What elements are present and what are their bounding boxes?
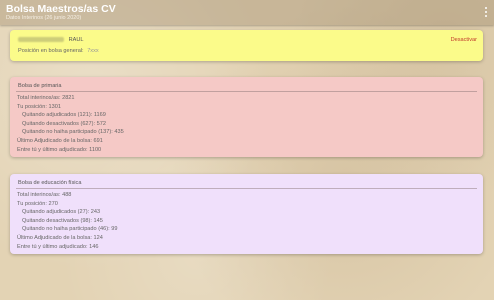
stat-row: Último Adjudicado de la bolsa: 124 xyxy=(17,234,103,241)
stat-row: Entre tú y último adjudicado: 1100 xyxy=(17,146,102,153)
list-card-educacion-fisica: Bolsa de educación física Total interino… xyxy=(10,174,483,254)
redacted-surname xyxy=(18,37,64,43)
general-position-label: Posición en bolsa general: xyxy=(18,48,84,54)
menu-dot xyxy=(485,7,487,9)
general-position: Posición en bolsa general: 7xxx xyxy=(18,48,99,54)
user-card: RAUL Desactivar Posición en bolsa genera… xyxy=(10,30,483,61)
stat-row: Entre tú y último adjudicado: 146 xyxy=(17,243,99,250)
menu-dot xyxy=(485,11,487,13)
stat-row: Total interinos/as: 2821 xyxy=(17,95,75,101)
stat-row: Tu posición: 1301 xyxy=(17,103,61,110)
menu-dot xyxy=(485,15,487,17)
deactivate-button[interactable]: Desactivar xyxy=(451,37,477,43)
stat-row: Último Adjudicado de la bolsa: 691 xyxy=(17,137,103,144)
more-vert-icon[interactable] xyxy=(482,5,490,19)
user-name: RAUL xyxy=(68,37,84,43)
app-bar: Bolsa Maestros/as CV Datos Interinos (26… xyxy=(0,0,494,25)
stat-row: Quitando desactivados (627): 572 xyxy=(22,120,106,127)
app-subtitle: Datos Interinos (26 junio 2020) xyxy=(6,15,82,21)
list-card-rows: Total interinos/as: 488 Tu posición: 270… xyxy=(10,189,483,251)
list-card-title: Bolsa de primaria xyxy=(16,83,477,92)
stat-row: Quitando adjudicados (27): 243 xyxy=(22,209,101,216)
app-title: Bolsa Maestros/as CV xyxy=(6,3,116,15)
stat-row: Quitando adjudicados (121): 1169 xyxy=(22,112,106,119)
stat-row: Quitando no haiha participado (137): 435 xyxy=(22,129,124,136)
user-row: RAUL xyxy=(18,37,83,43)
list-card-title: Bolsa de educación física xyxy=(16,180,477,189)
list-card-rows: Total interinos/as: 2821 Tu posición: 13… xyxy=(10,92,483,154)
list-card-primaria: Bolsa de primaria Total interinos/as: 28… xyxy=(10,77,483,157)
stat-row: Quitando desactivados (98): 145 xyxy=(22,217,103,224)
general-position-value: 7xxx xyxy=(87,48,99,54)
stat-row: Tu posición: 270 xyxy=(17,200,58,207)
stat-row: Total interinos/as: 488 xyxy=(17,192,72,198)
stat-row: Quitando no haiha participado (46): 99 xyxy=(22,226,118,233)
